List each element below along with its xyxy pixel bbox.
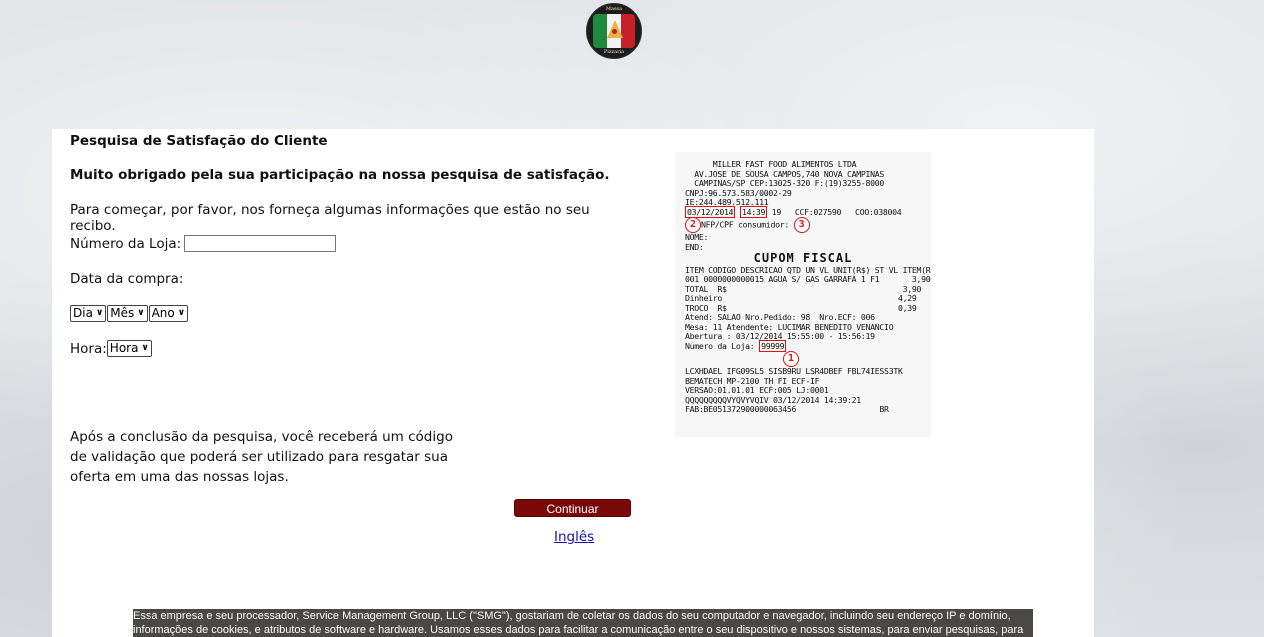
chevron-down-icon: ∨ <box>95 308 104 318</box>
marker-3: 3 <box>793 217 810 233</box>
receipt-cupom-title: CUPOM FISCAL <box>753 251 853 265</box>
intro-text: Para começar, por favor, nos forneça alg… <box>70 202 590 234</box>
receipt-store-line: Numero da Loja: 99999 <box>685 339 921 352</box>
day-select-value: Dia <box>73 306 93 320</box>
receipt-date-line: 03/12/2014 14:39 19 CCF:027590 COO:03800… <box>685 205 921 218</box>
store-number-row: Número da Loja: <box>70 235 337 252</box>
cookie-banner-line: informações de cookies, e atributos de s… <box>133 624 1024 636</box>
page-title: Pesquisa de Satisfação do Cliente <box>70 133 328 149</box>
language-link[interactable]: Inglês <box>554 529 594 545</box>
chevron-down-icon: ∨ <box>141 343 149 353</box>
hour-select[interactable]: Hora ∨ <box>106 340 152 357</box>
receipt-header: MILLER FAST FOOD ALIMENTOS LTDA AV.JOSE … <box>685 159 921 208</box>
chevron-down-icon: ∨ <box>137 308 145 318</box>
receipt-date-highlight: 03/12/2014 <box>685 205 736 218</box>
hour-select-value: Hora <box>109 341 139 355</box>
logo-text-bottom: Pizzaria <box>603 49 625 55</box>
survey-card: Pesquisa de Satisfação do Cliente Muito … <box>52 129 1094 637</box>
cookie-banner-line: Essa empresa e seu processador, Service … <box>133 610 1011 622</box>
receipt-line: FAB:BE051372900000063456 BR <box>685 404 889 414</box>
purchase-date-label: Data da compra: <box>70 271 184 287</box>
year-select-value: Ano <box>151 306 175 320</box>
cookie-consent-banner: Essa empresa e seu processador, Service … <box>133 609 1033 637</box>
completion-info-text: Após a conclusão da pesquisa, você receb… <box>70 429 453 485</box>
time-label: Hora: <box>70 340 107 357</box>
chevron-down-icon: ∨ <box>177 308 186 318</box>
month-select[interactable]: Mês ∨ <box>107 305 148 322</box>
receipt-store-label: Numero da Loja: <box>685 340 755 351</box>
pizzeria-logo-icon: Massa Pizzaria <box>586 3 642 59</box>
store-number-label: Número da Loja: <box>70 235 182 252</box>
receipt-time-highlight: 14:39 <box>739 205 768 218</box>
receipt-line-text: NFP/CPF consumidor: <box>701 219 789 230</box>
receipt-line: NOME: <box>685 232 709 242</box>
time-row: Hora: Hora ∨ <box>70 340 152 357</box>
marker-1: 1 <box>783 351 799 367</box>
continue-button[interactable]: Continuar <box>514 499 631 517</box>
marker-2: 2 <box>685 217 701 233</box>
receipt-ccf: 19 CCF:027590 COO:038004 <box>771 206 902 217</box>
receipt-store-highlight: 99999 <box>759 339 787 352</box>
day-select[interactable]: Dia ∨ <box>70 305 107 322</box>
logo-text-top: Massa <box>605 6 623 12</box>
year-select[interactable]: Ano ∨ <box>148 305 189 322</box>
thanks-heading: Muito obrigado pela sua participação na … <box>70 167 610 183</box>
sample-receipt-image: MILLER FAST FOOD ALIMENTOS LTDA AV.JOSE … <box>675 152 931 437</box>
receipt-marker-row: 1 <box>685 351 921 367</box>
month-select-value: Mês <box>110 306 135 320</box>
receipt-line: 2 NFP/CPF consumidor: 3 <box>685 217 921 233</box>
purchase-date-row: Dia ∨ Mês ∨ Ano ∨ <box>70 305 189 322</box>
store-number-input[interactable] <box>184 235 337 252</box>
